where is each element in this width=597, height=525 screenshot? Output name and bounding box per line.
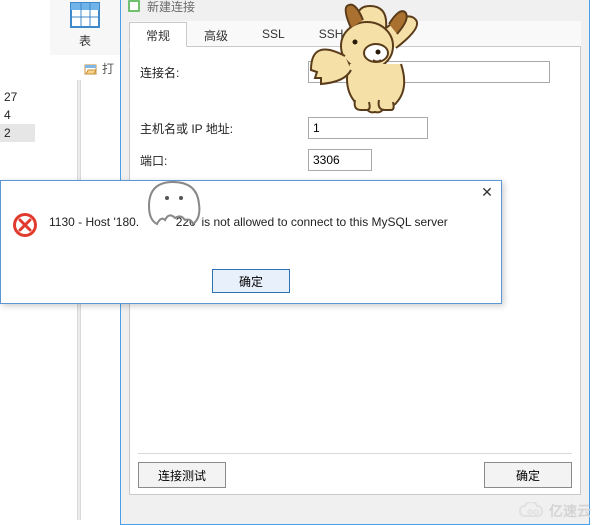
dialog-button-bar: 连接测试 确定: [138, 453, 572, 488]
tabstrip: 常规 高级 SSL SSH: [129, 21, 581, 47]
port-label: 端口:: [138, 152, 308, 169]
tab-advanced[interactable]: 高级: [187, 22, 245, 47]
watermark-text: 亿速云: [549, 501, 591, 521]
error-text: 1130 - Host '180. 220' is not allowed to…: [49, 211, 448, 229]
close-icon[interactable]: ✕: [479, 185, 495, 201]
test-connection-button[interactable]: 连接测试: [138, 462, 226, 488]
tab-ssl[interactable]: SSL: [245, 22, 302, 47]
table-shortcut[interactable]: 表: [50, 0, 120, 55]
tab-ssh[interactable]: SSH: [302, 22, 361, 47]
table-shortcut-label: 表: [79, 34, 91, 48]
host-input[interactable]: [308, 117, 428, 139]
watermark: 亿速云: [519, 501, 591, 521]
error-ok-button[interactable]: 确定: [212, 269, 290, 293]
host-label: 主机名或 IP 地址:: [138, 120, 308, 137]
table-icon: [68, 0, 102, 30]
conn-name-input[interactable]: [308, 61, 550, 83]
left-toolbar: 打: [84, 60, 114, 77]
left-list: 27 4 2: [0, 88, 35, 142]
cloud-icon: [519, 502, 545, 520]
list-item[interactable]: 4: [0, 106, 35, 124]
tab-general[interactable]: 常规: [129, 22, 187, 47]
error-icon: [11, 211, 39, 239]
app-icon: [127, 0, 141, 13]
list-item[interactable]: 27: [0, 88, 35, 106]
open-icon: [84, 62, 98, 76]
conn-name-label: 连接名:: [138, 64, 308, 81]
list-item[interactable]: 2: [0, 124, 35, 142]
port-input[interactable]: [308, 149, 372, 171]
dialog-title-text: 新建连接: [147, 0, 195, 15]
error-messagebox: ✕ 1130 - Host '180. 220' is not allowed …: [0, 180, 502, 304]
left-toolbar-label: 打: [102, 60, 114, 77]
dialog-titlebar: 新建连接: [121, 0, 589, 17]
ok-button[interactable]: 确定: [484, 462, 572, 488]
